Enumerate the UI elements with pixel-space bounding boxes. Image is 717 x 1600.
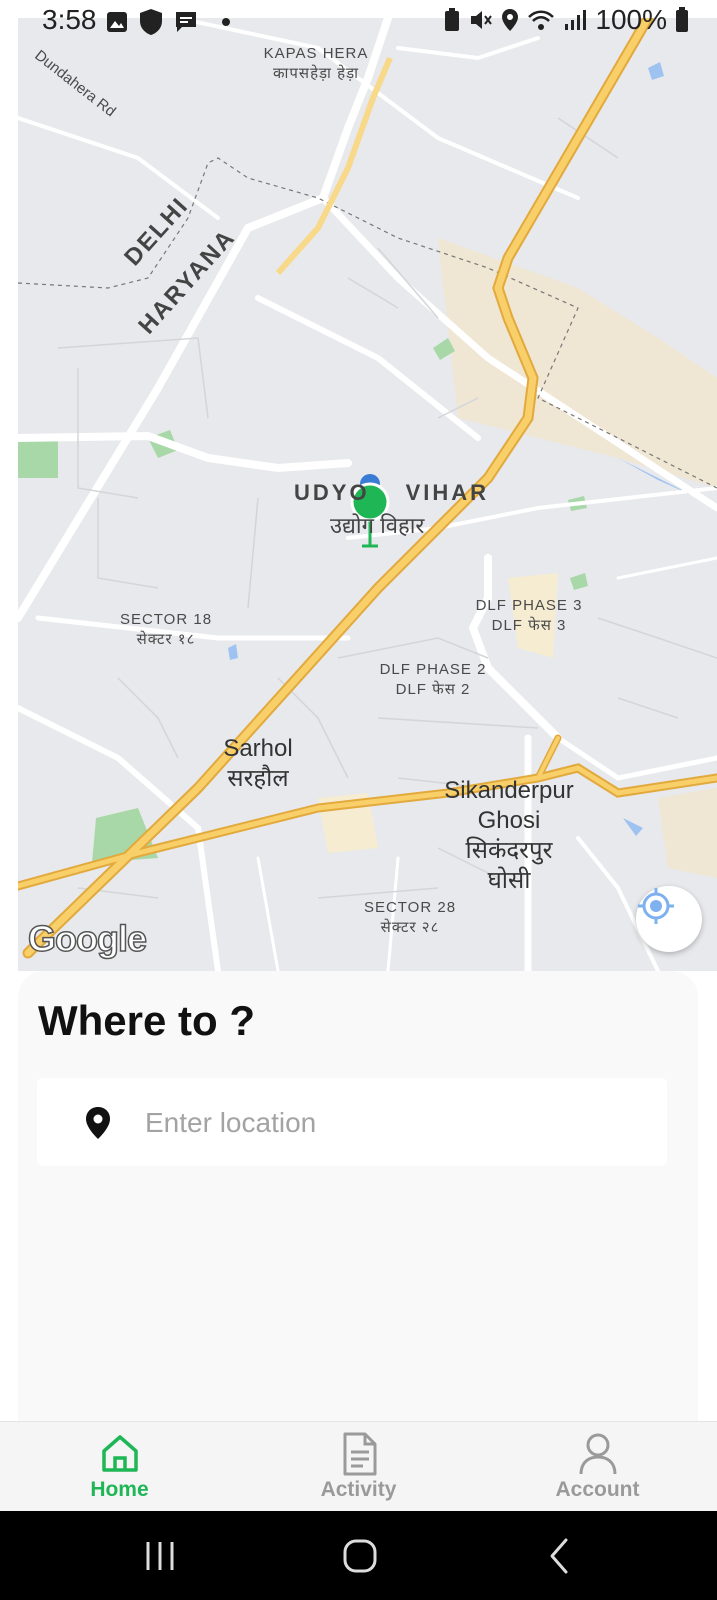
tab-account-label: Account <box>555 1478 640 1501</box>
destination-sheet: Where to ? <box>18 971 698 1421</box>
tab-account[interactable]: Account <box>478 1422 717 1512</box>
status-time: 3:58 <box>42 4 97 35</box>
battery-level: 100% <box>595 4 667 35</box>
wifi-icon <box>528 10 555 30</box>
map-label-sarhol: Sarhol सरहौल <box>223 735 293 792</box>
map-view[interactable]: KAPAS HERA कापसहेड़ा हेड़ा Dundahera Rd … <box>18 18 717 971</box>
gallery-icon <box>107 12 127 32</box>
map-label-udyog-vihar-hi: उद्योग विहार <box>330 513 425 538</box>
map-label-kapas-hera: KAPAS HERA कापसहेड़ा हेड़ा <box>263 45 369 82</box>
battery-icon <box>676 7 688 32</box>
recent-apps-button[interactable] <box>140 1536 180 1576</box>
map-label-dlf-phase-3: DLF PHASE 3 DLF फेस 3 <box>475 597 583 634</box>
sheet-title: Where to ? <box>38 997 255 1044</box>
location-input[interactable] <box>143 1098 647 1148</box>
document-icon <box>343 1432 377 1476</box>
back-button[interactable] <box>540 1536 580 1576</box>
home-icon <box>102 1435 138 1472</box>
map-label-sector-28: SECTOR 28 सेक्टर २८ <box>363 899 457 936</box>
tab-home-label: Home <box>90 1478 149 1501</box>
map-label-udyog-vihar: UDYO VIHAR <box>294 480 490 505</box>
system-navigation-bar <box>0 1511 717 1600</box>
mute-icon <box>471 11 493 29</box>
crosshair-icon <box>638 888 674 924</box>
message-icon <box>176 12 196 32</box>
bottom-tab-bar: Home Activity Account <box>0 1421 717 1512</box>
tab-activity[interactable]: Activity <box>239 1422 478 1512</box>
map-label-sikanderpur: Sikanderpur Ghosi सिकंदरपुर घोसी <box>444 777 574 894</box>
location-search-box[interactable] <box>37 1078 667 1166</box>
tab-activity-label: Activity <box>320 1478 397 1501</box>
battery-saver-icon <box>445 8 460 31</box>
location-status-icon <box>502 9 519 31</box>
status-bar: 3:58 100% <box>0 0 717 42</box>
map-label-dlf-phase-2: DLF PHASE 2 DLF फेस 2 <box>379 661 487 698</box>
map-pin-icon <box>86 1107 110 1139</box>
shield-icon <box>140 9 162 35</box>
map-label-sector-18: SECTOR 18 सेक्टर १८ <box>119 611 213 648</box>
notification-dot-icon <box>222 18 230 26</box>
my-location-button[interactable] <box>636 886 702 952</box>
home-button[interactable] <box>340 1536 380 1576</box>
tab-home[interactable]: Home <box>0 1422 239 1512</box>
person-icon <box>579 1433 617 1475</box>
google-attribution: Google <box>27 917 148 960</box>
signal-icon <box>565 10 587 30</box>
